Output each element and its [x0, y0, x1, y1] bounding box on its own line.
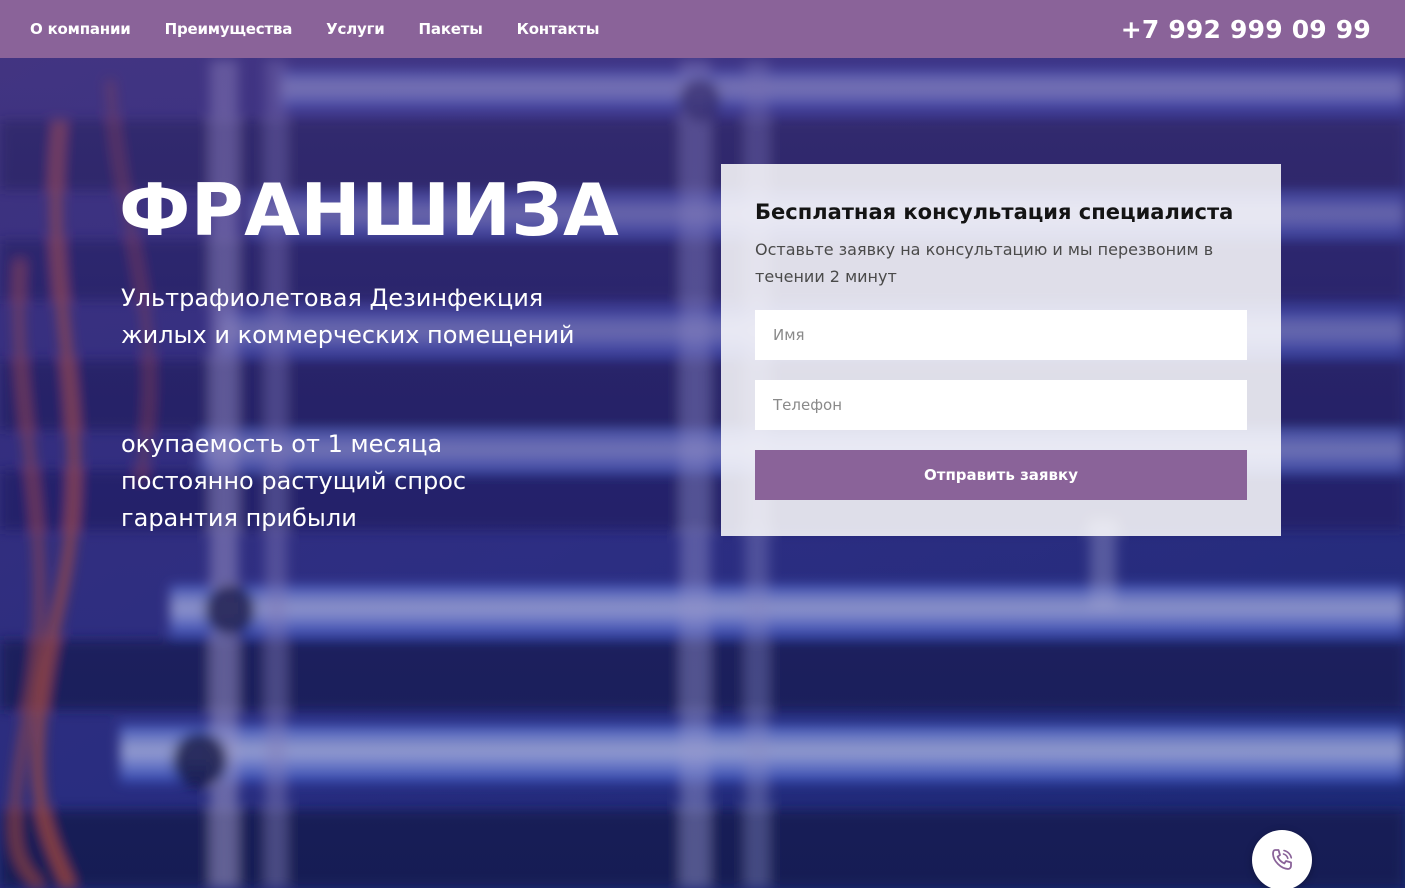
submit-request-button[interactable]: Отправить заявку [755, 450, 1247, 500]
nav-link-services[interactable]: Услуги [326, 20, 385, 38]
main-nav: О компании Преимущества Услуги Пакеты Ко… [30, 20, 1121, 38]
callback-button[interactable] [1252, 830, 1312, 888]
nav-link-advantages[interactable]: Преимущества [165, 20, 293, 38]
benefit-item-demand: постоянно растущий спрос [121, 467, 467, 495]
benefits-list: окупаемость от 1 месяца постоянно растущ… [121, 426, 466, 537]
benefit-item-payback: окупаемость от 1 месяца [121, 430, 443, 458]
form-title: Бесплатная консультация специалиста [755, 200, 1234, 224]
header-phone-number[interactable]: +7 992 999 09 99 [1121, 15, 1371, 44]
name-input[interactable] [755, 310, 1247, 360]
hero-subtitle-line-1: Ультрафиолетовая Дезинфекция [121, 284, 544, 312]
nav-link-packages[interactable]: Пакеты [419, 20, 483, 38]
phone-input[interactable] [755, 380, 1247, 430]
benefit-item-profit: гарантия прибыли [121, 504, 357, 532]
top-navigation-bar: О компании Преимущества Услуги Пакеты Ко… [0, 0, 1405, 58]
nav-link-about[interactable]: О компании [30, 20, 131, 38]
hero-subtitle-line-2: жилых и коммерческих помещений [121, 321, 575, 349]
consultation-form: Бесплатная консультация специалиста Оста… [721, 164, 1281, 536]
landing-page: О компании Преимущества Услуги Пакеты Ко… [0, 0, 1405, 888]
hero-subtitle: Ультрафиолетовая Дезинфекция жилых и ком… [121, 280, 641, 354]
form-description: Оставьте заявку на консультацию и мы пер… [755, 240, 1214, 286]
phone-call-icon [1272, 849, 1293, 870]
hero-title: ФРАНШИЗА [119, 168, 620, 252]
nav-link-contacts[interactable]: Контакты [517, 20, 600, 38]
